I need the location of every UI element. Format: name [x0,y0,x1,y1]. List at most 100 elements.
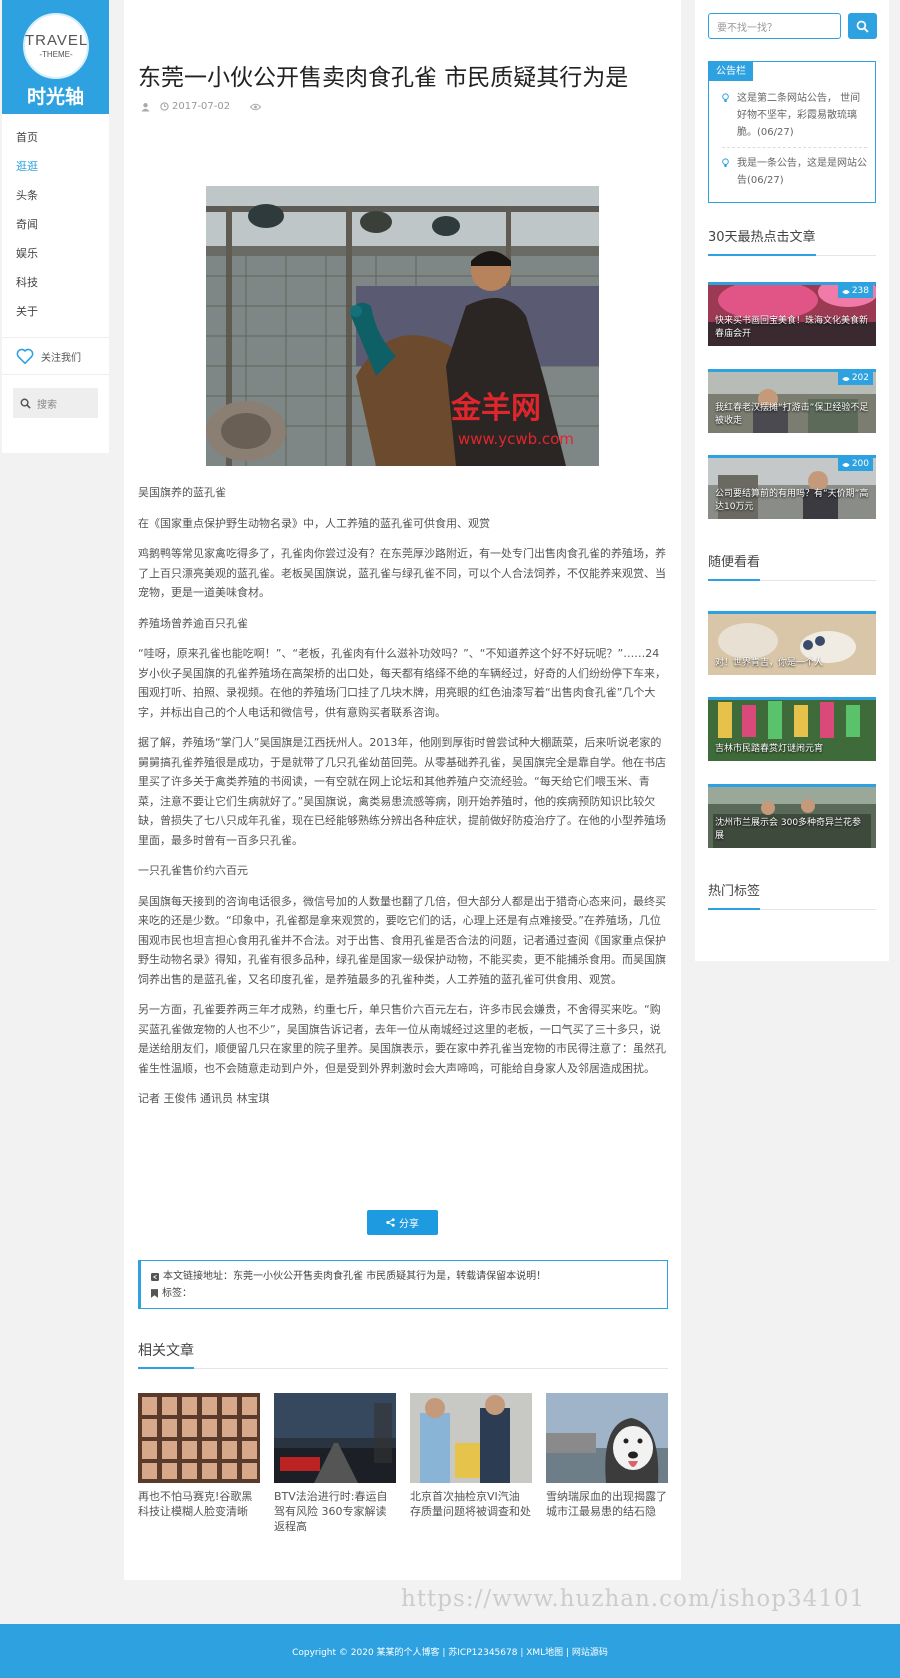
random-article-caption: 吉林市民踏春赏灯谜闹元宵 [715,744,824,754]
nav-item-about[interactable]: 关于 [2,297,109,326]
tags-row: 标签： [151,1285,657,1302]
related-caption[interactable]: 雪纳瑞尿血的出现揭露了城市江最易患的结石隐 [546,1489,668,1534]
random-article-caption: 对！世界肯吉，你是一个人 [715,658,824,668]
article-paragraph: 鸡鹅鸭等常见家禽吃得多了，孔雀肉你尝过没有？在东莞厚沙路附近，有一处专门出售肉食… [138,547,666,599]
sidebar-search-placeholder: 搜索 [37,399,57,411]
nav-item-home[interactable]: 首页 [2,123,109,152]
related-thumbnail[interactable] [138,1393,260,1483]
hot-article-caption: 快来买书画回宝美食！珠海文化美食新春庙会开 [715,316,869,339]
article-paragraph: 养殖场曾养逾百只孔雀 [138,616,248,630]
related-articles-heading: 相关文章 [138,1340,668,1369]
hot-article-caption: 公司要结算前的有用吗？有“天价期”高达10万元 [715,489,869,512]
related-thumbnail[interactable] [410,1393,532,1483]
date-meta: 2017-07-02 [160,101,240,112]
article-title: 东莞一小伙公开售卖肉食孔雀 市民质疑其行为是 [138,65,629,91]
eye-icon [250,103,262,110]
related-title-text: 相关文章 [138,1340,194,1369]
notice-board: 公告栏 这是第二条网站公告， 世间好物不坚牢，彩霞易散琉璃脆。(06/27) 我… [708,61,876,203]
photo-url-watermark: www.ycwb.com [458,430,574,448]
random-article-card[interactable]: 沈州市兰展示会 300多种奇异兰花参展 [708,784,876,848]
follow-us-label: 关注我们 [41,352,81,364]
nav-item-headlines[interactable]: 头条 [2,181,109,210]
related-articles-list: 再也不怕马赛克!谷歌黑科技让模糊人脸变清晰 BTV法治进行时:春运自驾有风险 3… [138,1393,668,1534]
hot-article-card[interactable]: 238 快来买书画回宝美食！珠海文化美食新春庙会开 [708,282,876,346]
article-paragraph: 在《国家重点保护野生动物名录》中，人工养殖的蓝孔雀可供食用、观赏 [138,516,490,530]
card-accent-line [708,784,876,787]
search-placeholder: 要不找一找？ [717,22,777,34]
logo-sub: -THEME- [39,50,73,59]
hot-tags-title-text: 热门标签 [708,880,761,910]
card-accent-line [708,611,876,614]
related-article-card[interactable]: 再也不怕马赛克!谷歌黑科技让模糊人脸变清晰 [138,1393,260,1534]
article-photo: 金羊网 www.ycwb.com [206,186,599,466]
eye-icon [842,462,850,467]
views-badge: 202 [837,372,873,385]
random-articles-heading: 随便看看 [708,551,876,581]
permalink-text[interactable]: 本文链接地址：东莞一小伙公开售卖肉食孔雀 市民质疑其行为是，转载请保留本说明！ [163,1268,546,1285]
heart-icon [16,348,34,364]
article-body: 吴国旗养的蓝孔雀 在《国家重点保护野生动物名录》中，人工养殖的蓝孔雀可供食用、观… [138,483,668,1120]
notice-item[interactable]: 这是第二条网站公告， 世间好物不坚牢，彩霞易散琉璃脆。(06/27) [722,90,867,148]
notice-list: 这是第二条网站公告， 世间好物不坚牢，彩霞易散琉璃脆。(06/27) 我是一条公… [722,90,867,202]
views-badge: 238 [837,285,873,298]
eye-icon [842,376,850,381]
hot-tags-heading: 热门标签 [708,880,876,910]
random-article-card[interactable]: 吉林市民踏春赏灯谜闹元宵 [708,697,876,761]
author-meta [141,102,150,112]
search-input[interactable]: 要不找一找？ [708,13,841,39]
share-label: 分享 [399,1219,419,1230]
article-paragraph: 吴国旗养的蓝孔雀 [138,486,226,499]
hot-article-card[interactable]: 200 公司要结算前的有用吗？有“天价期”高达10万元 [708,455,876,519]
share-icon [386,1218,395,1227]
views-count: 202 [851,373,869,383]
sidebar-search-input[interactable]: 搜索 [13,388,98,418]
related-article-card[interactable]: 北京首次抽检京VI汽油 存质量问题将被调查和处 [410,1393,532,1534]
search-button[interactable] [848,13,877,39]
notice-text: 这是第二条网站公告， 世间好物不坚牢，彩霞易散琉璃脆。(06/27) [737,93,861,138]
article-meta: 2017-07-02 [141,101,271,112]
article-paragraph: 一只孔雀售价约六百元 [138,864,248,877]
article-paragraph: “哇呀，原来孔雀也能吃啊！”、“老板，孔雀肉有什么滋补功效吗？”、“不知道养这个… [138,647,666,719]
random-article-card[interactable]: 对！世界肯吉，你是一个人 [708,611,876,675]
hot-article-caption: 我红春老汉摆摊“打游击”保卫经验不足被收走 [715,403,869,426]
nav-item-browse[interactable]: 逛逛 [2,152,109,181]
footer-text: Copyright © 2020 某某的个人博客 | 苏ICP12345678 … [292,1647,608,1658]
related-thumbnail[interactable] [546,1393,668,1483]
hot-article-card[interactable]: 202 我红春老汉摆摊“打游击”保卫经验不足被收走 [708,369,876,433]
share-button[interactable]: 分享 [367,1210,438,1235]
related-caption[interactable]: BTV法治进行时:春运自驾有风险 360专家解读返程高 [274,1489,396,1534]
nav-item-entertainment[interactable]: 娱乐 [2,239,109,268]
related-caption[interactable]: 再也不怕马赛克!谷歌黑科技让模糊人脸变清晰 [138,1489,260,1534]
article-paragraph: 据了解，养殖场“掌门人”吴国旗是江西抚州人。2013年，他刚到厚街时曾尝试种大棚… [138,736,666,847]
user-icon [141,102,150,111]
site-logo[interactable]: TRAVEL -THEME- 时光轴 [2,0,109,114]
left-sidebar: TRAVEL -THEME- 时光轴 首页 逛逛 头条 奇闻 娱乐 科技 关于 … [2,0,109,453]
related-thumbnail[interactable] [274,1393,396,1483]
notice-text: 我是一条公告，这是是网站公告(06/27) [737,158,867,186]
bulb-icon [722,158,729,167]
right-sidebar: 要不找一找？ 公告栏 这是第二条网站公告， 世间好物不坚牢，彩霞易散琉璃脆。(0… [695,0,889,961]
related-caption[interactable]: 北京首次抽检京VI汽油 存质量问题将被调查和处 [410,1489,532,1534]
logo-badge: TRAVEL -THEME- [23,13,89,79]
nav-item-tech[interactable]: 科技 [2,268,109,297]
search-icon [856,20,869,33]
notice-item[interactable]: 我是一条公告，这是是网站公告(06/27) [722,155,867,195]
views-count: 200 [851,459,869,469]
copyright-notice: 本文链接地址：东莞一小伙公开售卖肉食孔雀 市民质疑其行为是，转载请保留本说明！ … [138,1260,668,1309]
footer: Copyright © 2020 某某的个人博客 | 苏ICP12345678 … [0,1624,900,1678]
follow-us-button[interactable]: 关注我们 [2,337,109,375]
related-article-card[interactable]: 雪纳瑞尿血的出现揭露了城市江最易患的结石隐 [546,1393,668,1534]
random-title-text: 随便看看 [708,551,761,581]
random-article-caption: 沈州市兰展示会 300多种奇异兰花参展 [715,818,862,841]
article-byline: 记者 王俊伟 通讯员 林宝琪 [138,1092,270,1105]
site-watermark: https://www.huzhan.com/ishop34101 [401,1586,866,1612]
search-icon [20,398,31,409]
article-main: 东莞一小伙公开售卖肉食孔雀 市民质疑其行为是 2017-07-02 金羊网 ww… [124,0,681,1580]
share-alt-icon [151,1272,159,1281]
article-paragraph: 另一方面，孔雀要养两三年才成熟，约重七斤，单只售价六百元左右，许多市民会嫌贵，不… [138,1003,666,1075]
bulb-icon [722,93,729,102]
tags-label: 标签： [162,1288,192,1299]
related-article-card[interactable]: BTV法治进行时:春运自驾有风险 360专家解读返程高 [274,1393,396,1534]
nav-item-odd-news[interactable]: 奇闻 [2,210,109,239]
notice-title: 公告栏 [709,62,753,81]
